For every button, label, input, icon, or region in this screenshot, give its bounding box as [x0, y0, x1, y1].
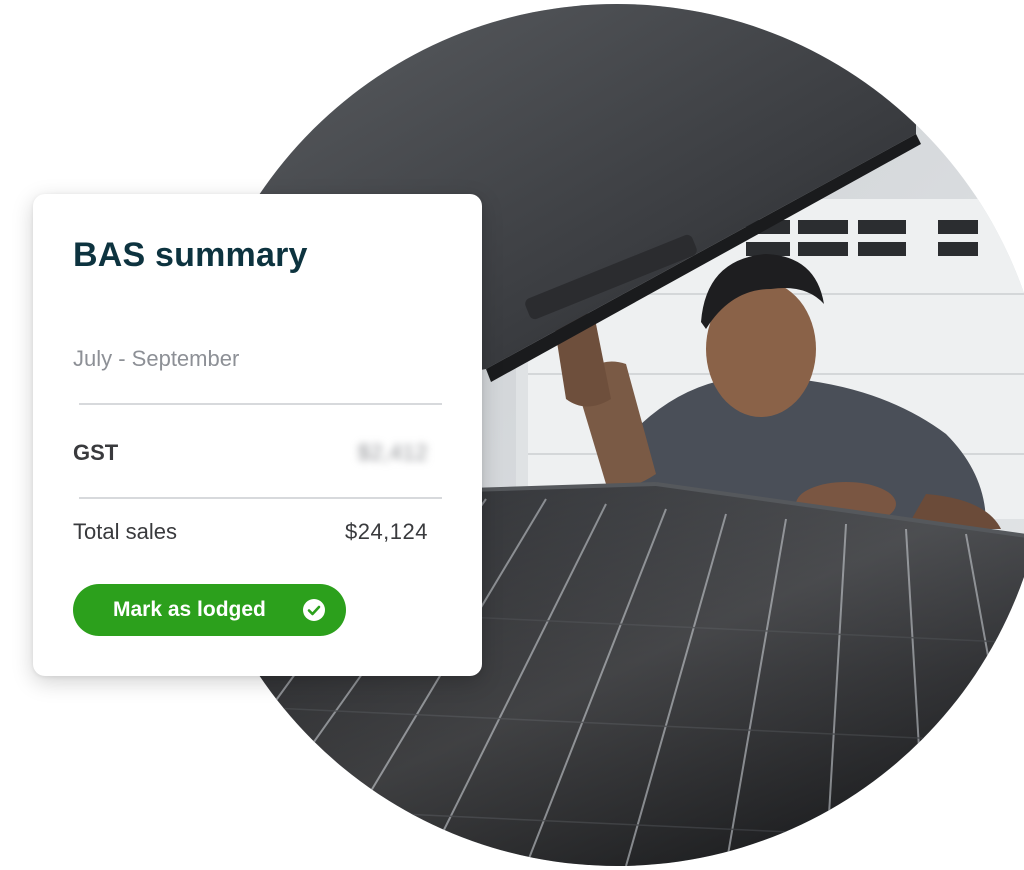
check-circle-icon: [303, 599, 325, 621]
gst-value-blurred: $2,412: [357, 440, 428, 465]
card-title: BAS summary: [73, 236, 308, 274]
bas-summary-card: BAS summary July - September GST $2,412 …: [33, 194, 482, 676]
period-label: July - September: [73, 346, 240, 371]
gst-label: GST: [73, 440, 119, 465]
total-sales-value: $24,124: [344, 519, 428, 544]
total-sales-label: Total sales: [73, 519, 177, 544]
hero-stage: BAS summary July - September GST $2,412 …: [0, 0, 1024, 870]
mark-as-lodged-button[interactable]: Mark as lodged: [73, 584, 346, 636]
divider: [79, 497, 442, 499]
mark-as-lodged-label: Mark as lodged: [113, 598, 266, 621]
divider: [79, 403, 442, 405]
